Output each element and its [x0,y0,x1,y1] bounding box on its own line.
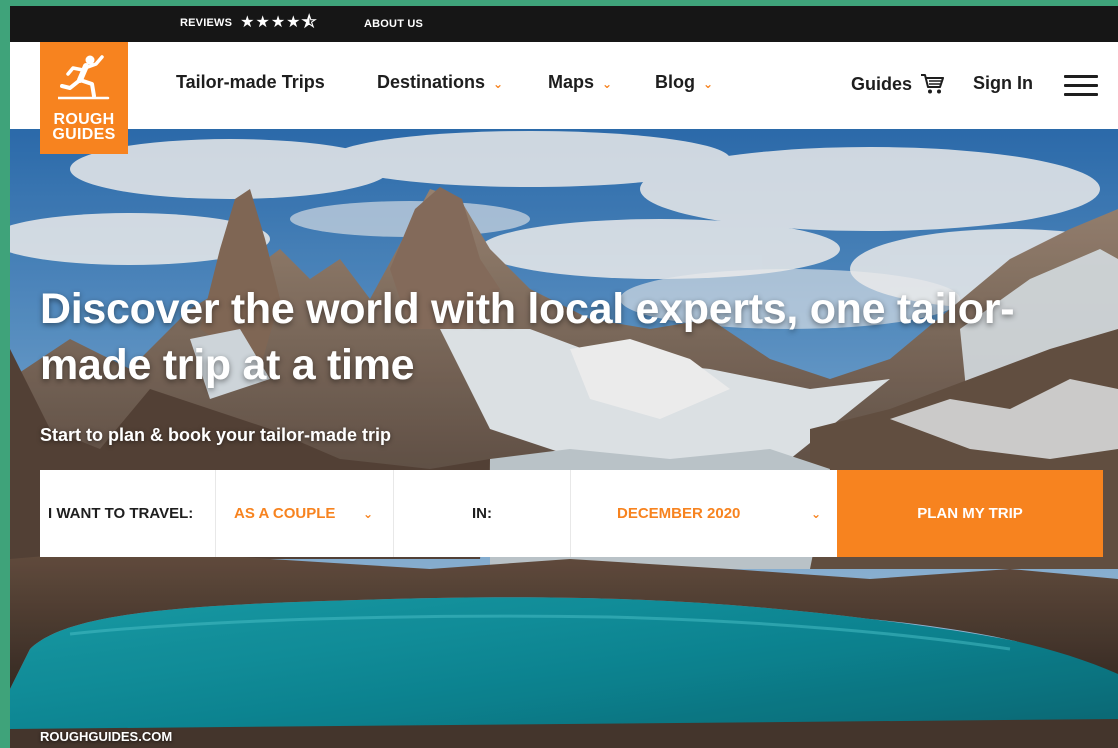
nav-maps[interactable]: Maps ⌄ [548,72,612,93]
nav-tailor-made-trips[interactable]: Tailor-made Trips [176,72,325,93]
nav-label: Blog [655,72,695,92]
nav-destinations[interactable]: Destinations ⌄ [377,72,503,93]
nav-label: Destinations [377,72,486,92]
in-label: IN: [394,470,571,557]
nav-guides[interactable]: Guides [851,73,945,95]
nav-blog[interactable]: Blog ⌄ [655,72,713,93]
main-navigation: ROUGH GUIDES Tailor-made Trips Destinati… [10,42,1118,154]
runner-icon [58,55,110,100]
trip-planner-form: I WANT TO TRAVEL: AS A COUPLE ⌄ IN: DECE… [40,470,1103,557]
chevron-down-icon: ⌄ [493,76,504,91]
travel-date-select[interactable]: DECEMBER 2020 ⌄ [571,470,837,557]
companion-value: AS A COUPLE [234,505,336,522]
chevron-down-icon: ⌄ [703,76,714,91]
top-bar: REVIEWS ★★★★⯪ ABOUT US [10,6,1118,42]
rough-guides-logo[interactable]: ROUGH GUIDES [40,42,128,154]
nav-label: Tailor-made Trips [176,72,325,92]
browser-frame: REVIEWS ★★★★⯪ ABOUT US ROUGH GUIDES Tail… [0,0,1118,748]
reviews-link[interactable]: REVIEWS ★★★★⯪ [180,14,318,31]
sign-in-link[interactable]: Sign In [973,73,1033,94]
hero-headline: Discover the world with local experts, o… [40,285,1015,389]
about-us-link[interactable]: ABOUT US [364,18,423,30]
logo-text: ROUGH GUIDES [52,111,116,143]
nav-label: Maps [548,72,595,92]
nav-label: Guides [851,73,913,94]
cart-icon [921,74,945,94]
chevron-down-icon: ⌄ [362,506,373,521]
date-value: DECEMBER 2020 [617,505,741,522]
chevron-down-icon: ⌄ [810,506,821,521]
reviews-label: REVIEWS [180,17,233,29]
hamburger-menu-icon[interactable] [1064,75,1098,97]
chevron-down-icon: ⌄ [602,76,613,91]
nav-label: Sign In [973,73,1033,93]
hero-section: Discover the world with local experts, o… [10,129,1118,748]
hero-subheadline: Start to plan & book your tailor-made tr… [40,425,392,445]
companion-select[interactable]: AS A COUPLE ⌄ [216,470,394,557]
rating-stars-icon: ★★★★⯪ [240,14,318,31]
site-url-caption: ROUGHGUIDES.COM [40,729,173,744]
plan-my-trip-button[interactable]: PLAN MY TRIP [837,470,1103,557]
travel-label: I WANT TO TRAVEL: [40,470,216,557]
